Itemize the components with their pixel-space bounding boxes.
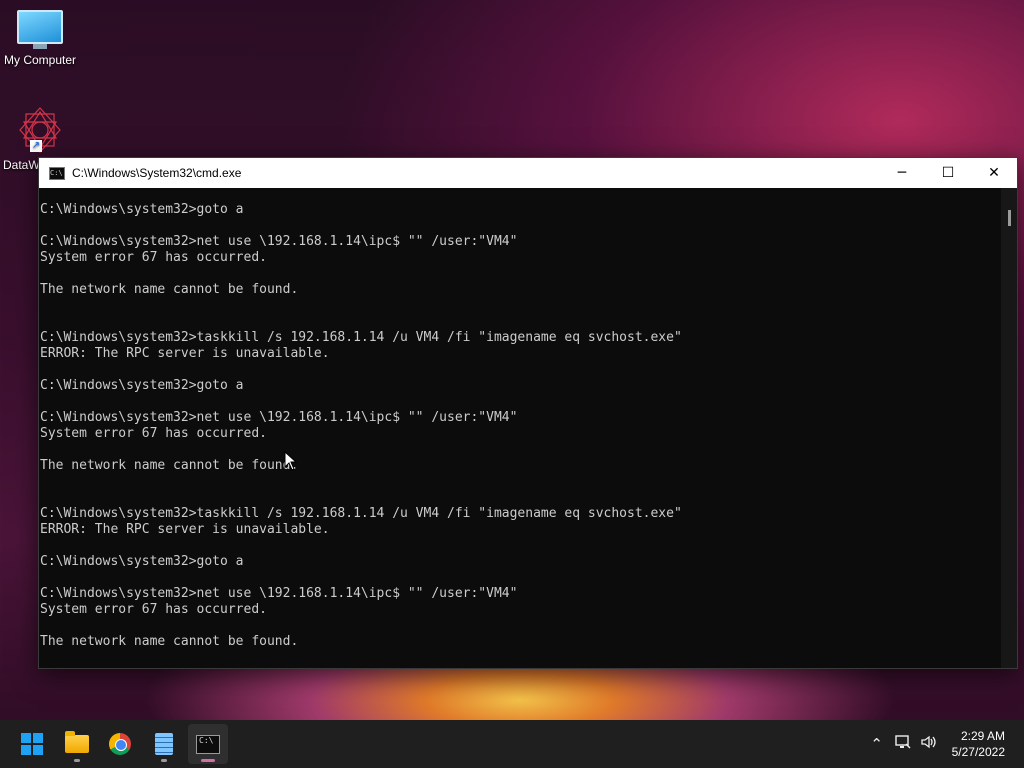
vertical-scrollbar[interactable] xyxy=(1001,188,1017,668)
monitor-icon xyxy=(0,10,80,49)
terminal-icon: C:\ xyxy=(196,734,220,754)
datawrapper-icon: ↗ xyxy=(16,106,64,154)
cmd-app-icon: C:\ xyxy=(49,166,65,180)
scrollbar-thumb[interactable] xyxy=(1008,210,1011,226)
close-button[interactable]: ✕ xyxy=(971,158,1017,188)
mouse-cursor-icon xyxy=(284,451,298,471)
taskbar: C:\ ⌃ 2:29 AM 5/27/2022 xyxy=(0,720,1024,768)
start-button[interactable] xyxy=(12,724,52,764)
window-title: C:\Windows\System32\cmd.exe xyxy=(72,166,242,180)
maximize-button[interactable]: ☐ xyxy=(925,158,971,188)
taskbar-chrome[interactable] xyxy=(100,724,140,764)
console-output[interactable]: C:\Windows\system32>goto a C:\Windows\sy… xyxy=(39,188,1001,668)
chevron-up-icon[interactable]: ⌃ xyxy=(864,735,890,753)
taskbar-cmd[interactable]: C:\ xyxy=(188,724,228,764)
clock-time: 2:29 AM xyxy=(960,729,1005,743)
shortcut-arrow-icon: ↗ xyxy=(30,140,42,152)
minimize-button[interactable]: ─ xyxy=(879,158,925,188)
notepad-icon xyxy=(155,733,173,755)
running-indicator xyxy=(161,759,167,762)
volume-icon[interactable] xyxy=(916,734,942,754)
chrome-icon xyxy=(109,733,131,755)
cmd-window[interactable]: C:\ C:\Windows\System32\cmd.exe ─ ☐ ✕ C:… xyxy=(38,157,1018,669)
taskbar-file-explorer[interactable] xyxy=(57,724,97,764)
clock[interactable]: 2:29 AM 5/27/2022 xyxy=(952,728,1005,760)
clock-date: 5/27/2022 xyxy=(951,745,1005,759)
windows-logo-icon xyxy=(21,733,43,755)
folder-icon xyxy=(65,731,89,753)
active-indicator xyxy=(201,759,215,762)
taskbar-notepad[interactable] xyxy=(144,724,184,764)
running-indicator xyxy=(74,759,80,762)
desktop-icon-label: My Computer xyxy=(3,53,77,67)
system-tray: ⌃ 2:29 AM 5/27/2022 xyxy=(864,720,1024,768)
title-bar[interactable]: C:\ C:\Windows\System32\cmd.exe ─ ☐ ✕ xyxy=(39,158,1017,188)
network-icon[interactable] xyxy=(890,734,916,754)
desktop-icon-my-computer[interactable]: My Computer xyxy=(0,10,80,67)
